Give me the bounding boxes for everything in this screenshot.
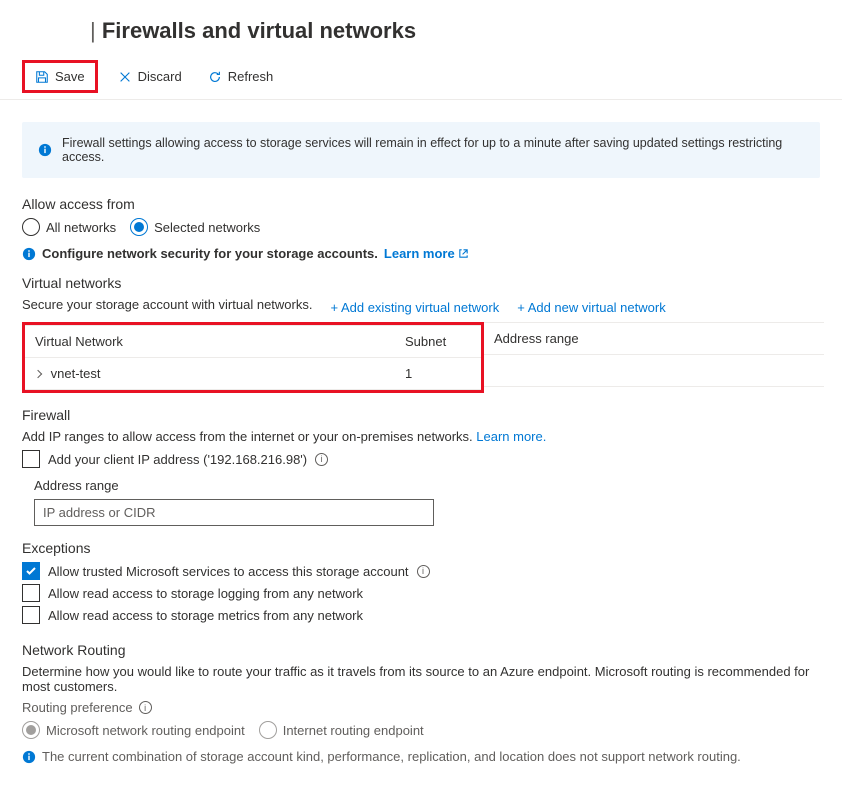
routing-desc: Determine how you would like to route yo… bbox=[22, 664, 820, 694]
discard-button[interactable]: Discard bbox=[112, 65, 188, 88]
col-subnet-header: Subnet bbox=[395, 326, 481, 357]
title-separator: | bbox=[90, 18, 96, 43]
radio-all-label: All networks bbox=[46, 220, 116, 235]
toolbar: Save Discard Refresh bbox=[0, 54, 842, 100]
banner-text: Firewall settings allowing access to sto… bbox=[62, 136, 804, 164]
access-section: Allow access from All networks Selected … bbox=[0, 196, 842, 407]
col-network-header: Virtual Network bbox=[25, 326, 395, 357]
client-ip-label: Add your client IP address ('192.168.216… bbox=[48, 452, 307, 467]
routing-title: Network Routing bbox=[22, 642, 820, 658]
routing-warn: The current combination of storage accou… bbox=[42, 749, 741, 764]
add-new-vnet-link[interactable]: + Add new virtual network bbox=[517, 300, 666, 315]
ms-endpoint-label: Microsoft network routing endpoint bbox=[46, 723, 245, 738]
radio-internet-endpoint: Internet routing endpoint bbox=[259, 721, 424, 739]
routing-section: Network Routing Determine how you would … bbox=[0, 642, 842, 778]
save-icon bbox=[35, 70, 49, 84]
exceptions-title: Exceptions bbox=[22, 540, 820, 556]
info-icon bbox=[38, 143, 52, 157]
radio-all-networks[interactable]: All networks bbox=[22, 218, 116, 236]
vnet-highlight: Virtual Network Subnet vnet-test 1 bbox=[22, 322, 484, 393]
info-banner: Firewall settings allowing access to sto… bbox=[22, 122, 820, 178]
radio-circle-icon bbox=[22, 218, 40, 236]
refresh-icon bbox=[208, 70, 222, 84]
firewall-desc: Add IP ranges to allow access from the i… bbox=[22, 429, 473, 444]
checkmark-icon bbox=[25, 565, 37, 577]
config-text: Configure network security for your stor… bbox=[42, 246, 378, 261]
access-title: Allow access from bbox=[22, 196, 820, 212]
vnet-name: vnet-test bbox=[51, 366, 101, 381]
firewall-title: Firewall bbox=[22, 407, 820, 423]
info-help-icon[interactable]: i bbox=[417, 565, 430, 578]
info-help-icon[interactable]: i bbox=[139, 701, 152, 714]
refresh-button[interactable]: Refresh bbox=[202, 65, 280, 88]
vnet-title: Virtual networks bbox=[22, 275, 820, 291]
address-range-input[interactable] bbox=[34, 499, 434, 526]
internet-endpoint-label: Internet routing endpoint bbox=[283, 723, 424, 738]
firewall-learn-more-link[interactable]: Learn more. bbox=[476, 429, 546, 444]
vnet-table: Virtual Network Subnet vnet-test 1 Addre… bbox=[22, 322, 820, 393]
checkbox-metrics[interactable] bbox=[22, 606, 40, 624]
routing-pref-label: Routing preference bbox=[22, 700, 133, 715]
trusted-label: Allow trusted Microsoft services to acce… bbox=[48, 564, 409, 579]
table-row[interactable]: vnet-test 1 bbox=[25, 358, 481, 390]
radio-selected-label: Selected networks bbox=[154, 220, 260, 235]
save-label: Save bbox=[55, 69, 85, 84]
learn-more-link[interactable]: Learn more bbox=[384, 246, 469, 261]
refresh-label: Refresh bbox=[228, 69, 274, 84]
info-icon bbox=[22, 750, 36, 764]
vnet-desc: Secure your storage account with virtual… bbox=[22, 297, 312, 312]
info-help-icon[interactable]: i bbox=[315, 453, 328, 466]
learn-more-label: Learn more bbox=[384, 246, 455, 261]
info-icon bbox=[22, 247, 36, 261]
radio-ms-endpoint: Microsoft network routing endpoint bbox=[22, 721, 245, 739]
external-link-icon bbox=[458, 248, 469, 259]
save-highlight: Save bbox=[22, 60, 98, 93]
logging-label: Allow read access to storage logging fro… bbox=[48, 586, 363, 601]
discard-label: Discard bbox=[138, 69, 182, 84]
address-range-label: Address range bbox=[34, 478, 820, 493]
col-range-header: Address range bbox=[484, 323, 824, 354]
radio-circle-disabled-icon bbox=[22, 721, 40, 739]
close-icon bbox=[118, 70, 132, 84]
page-title: | Firewalls and virtual networks bbox=[0, 0, 842, 54]
radio-circle-selected-icon bbox=[130, 218, 148, 236]
checkbox-client-ip[interactable] bbox=[22, 450, 40, 468]
checkbox-logging[interactable] bbox=[22, 584, 40, 602]
vnet-subnet: 1 bbox=[395, 358, 481, 389]
firewall-section: Firewall Add IP ranges to allow access f… bbox=[0, 407, 842, 540]
chevron-right-icon bbox=[34, 370, 42, 378]
save-button[interactable]: Save bbox=[29, 65, 91, 88]
exceptions-section: Exceptions Allow trusted Microsoft servi… bbox=[0, 540, 842, 642]
vnet-range-cell bbox=[484, 355, 824, 386]
metrics-label: Allow read access to storage metrics fro… bbox=[48, 608, 363, 623]
checkbox-trusted[interactable] bbox=[22, 562, 40, 580]
radio-circle-disabled-icon bbox=[259, 721, 277, 739]
title-text: Firewalls and virtual networks bbox=[102, 18, 416, 43]
add-existing-vnet-link[interactable]: + Add existing virtual network bbox=[330, 300, 499, 315]
radio-selected-networks[interactable]: Selected networks bbox=[130, 218, 260, 236]
